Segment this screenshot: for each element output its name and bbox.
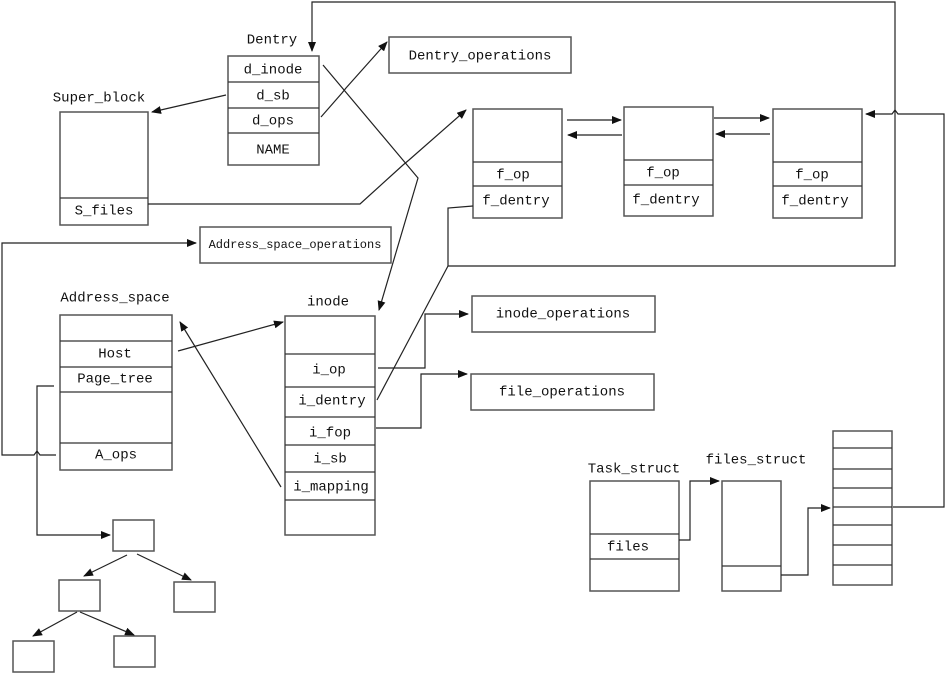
dentry-title: Dentry xyxy=(247,33,297,49)
field-f-dentry: f_dentry xyxy=(781,194,848,210)
fd-array xyxy=(832,430,893,586)
field-d-sb: d_sb xyxy=(256,89,290,105)
field-host: Host xyxy=(98,347,132,363)
address-space-struct: Address_space Host Page_tree A_ops xyxy=(59,291,173,471)
field-f-dentry: f_dentry xyxy=(632,193,699,209)
super-block-struct: Super_block S_files xyxy=(53,91,149,226)
tree-node-root xyxy=(112,519,155,552)
field-s-files: S_files xyxy=(75,204,134,220)
field-f-op: f_op xyxy=(795,168,829,184)
tree-node xyxy=(12,640,55,673)
field-page-tree: Page_tree xyxy=(77,372,153,388)
tree-node xyxy=(113,635,156,668)
arrow-d-inode xyxy=(322,64,419,311)
dentry-operations-label: Dentry_operations xyxy=(409,49,552,65)
field-i-fop: i_fop xyxy=(309,426,351,442)
field-i-sb: i_sb xyxy=(313,452,347,468)
files-struct-title: files_struct xyxy=(706,453,807,469)
arrow-host xyxy=(177,320,284,352)
file-operations-label: file_operations xyxy=(499,385,625,401)
files-struct: files_struct xyxy=(706,453,807,592)
super-block-title: Super_block xyxy=(53,91,145,107)
field-f-op: f_op xyxy=(646,166,680,182)
arrow-i-op xyxy=(378,310,469,369)
file-struct-3: f_op f_dentry xyxy=(772,108,863,219)
address-space-title: Address_space xyxy=(60,291,169,307)
field-d-ops: d_ops xyxy=(252,114,294,130)
address-space-operations-box: Address_space_operations xyxy=(199,226,392,264)
line-i-dentry xyxy=(376,265,449,401)
field-f-dentry: f_dentry xyxy=(482,194,549,210)
tree-node xyxy=(58,579,101,612)
file-operations-box: file_operations xyxy=(470,373,655,411)
connectors xyxy=(1,1,945,576)
field-a-ops: A_ops xyxy=(95,448,137,464)
arrow-i-fop xyxy=(376,370,468,429)
arrow-files xyxy=(679,477,720,541)
field-f-op: f_op xyxy=(496,168,530,184)
field-i-dentry: i_dentry xyxy=(298,394,365,410)
inode-struct: inode i_op i_dentry i_fop i_sb i_mapping xyxy=(284,295,376,536)
field-i-op: i_op xyxy=(312,363,346,379)
file-struct-2: f_op f_dentry xyxy=(623,106,714,217)
dentry-struct: Dentry d_inode d_sb d_ops NAME xyxy=(227,33,320,166)
field-d-inode: d_inode xyxy=(244,63,303,79)
field-name: NAME xyxy=(256,143,290,159)
field-files: files xyxy=(607,540,649,556)
task-struct-title: Task_struct xyxy=(588,462,680,478)
vfs-diagram: Dentry d_inode d_sb d_ops NAME Super_blo… xyxy=(1,1,945,673)
tree-node xyxy=(173,581,216,613)
file-struct-1: f_op f_dentry xyxy=(472,108,563,219)
arrow-i-mapping xyxy=(179,321,282,488)
address-space-operations-label: Address_space_operations xyxy=(209,238,382,252)
arrow-fd-array xyxy=(781,504,831,576)
field-i-mapping: i_mapping xyxy=(293,480,369,496)
page-tree xyxy=(12,519,216,673)
inode-title: inode xyxy=(307,295,349,311)
inode-operations-box: inode_operations xyxy=(471,295,656,333)
task-struct: Task_struct files xyxy=(588,462,680,592)
dentry-operations-box: Dentry_operations xyxy=(388,36,572,74)
inode-operations-label: inode_operations xyxy=(496,307,630,323)
arrow-d-ops xyxy=(320,41,388,118)
arrow-d-sb xyxy=(151,94,227,114)
